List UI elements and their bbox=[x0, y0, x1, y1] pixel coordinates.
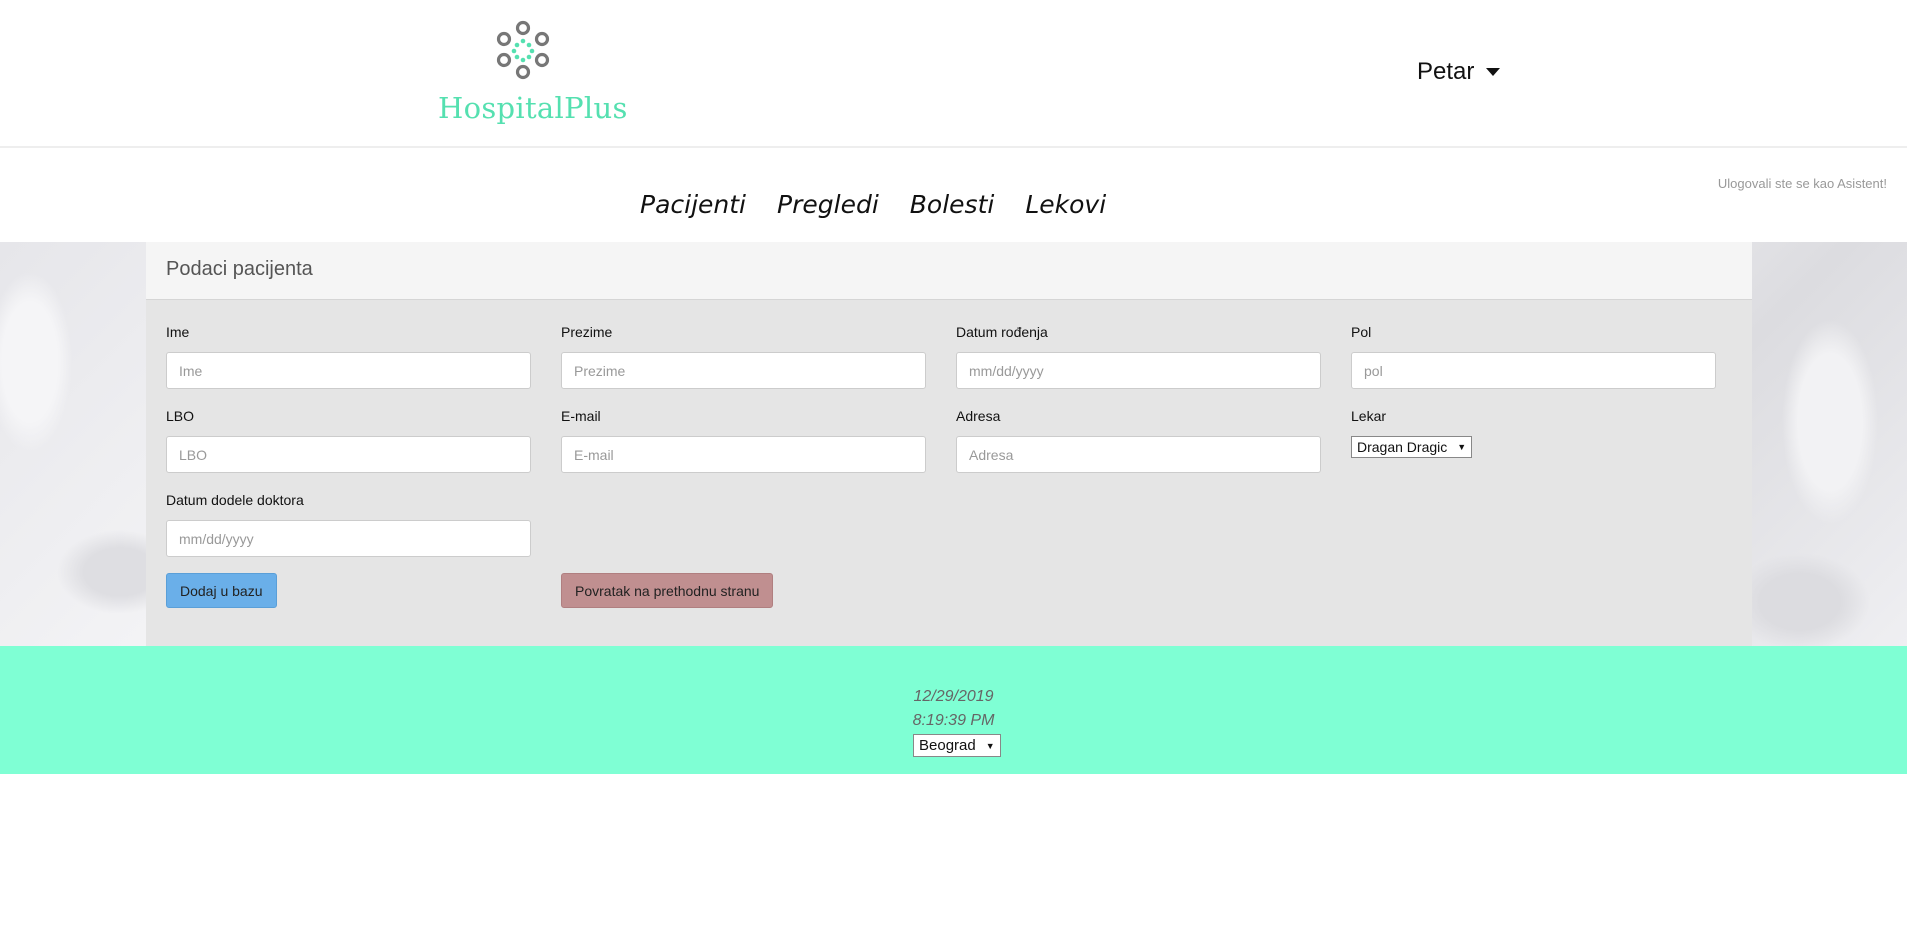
lbo-label: LBO bbox=[166, 408, 195, 424]
add-to-database-button[interactable]: Dodaj u bazu bbox=[166, 573, 277, 608]
lekar-label: Lekar bbox=[1351, 408, 1387, 424]
ime-label: Ime bbox=[166, 324, 190, 340]
city-select[interactable]: Beograd ▼ bbox=[913, 734, 1001, 757]
select-arrow-icon: ▼ bbox=[1457, 442, 1467, 452]
footer-date: 12/29/2019 bbox=[913, 688, 994, 705]
patient-form-panel: Podaci pacijenta Ime Prezime Datum rođen… bbox=[146, 242, 1752, 646]
datum-dodele-label: Datum dodele doktora bbox=[166, 492, 304, 508]
caret-down-icon bbox=[1486, 68, 1501, 76]
datum-dodele-input[interactable] bbox=[166, 520, 531, 557]
field-lbo: LBO bbox=[166, 408, 531, 473]
field-datum-rodjenja: Datum rođenja bbox=[956, 324, 1321, 389]
role-note: Ulogovali ste se kao Asistent! bbox=[1717, 176, 1887, 191]
prezime-input[interactable] bbox=[561, 352, 926, 389]
email-input[interactable] bbox=[561, 436, 926, 473]
ime-input[interactable] bbox=[166, 352, 531, 389]
footer-time: 8:19:39 PM bbox=[912, 712, 995, 729]
field-adresa: Adresa bbox=[956, 408, 1321, 473]
field-datum-dodele: Datum dodele doktora bbox=[166, 492, 531, 557]
logo-text: HospitalPlus bbox=[438, 91, 628, 125]
city-select-value: Beograd bbox=[919, 737, 976, 754]
site-header: HospitalPlus Petar bbox=[0, 0, 1907, 148]
prezime-label: Prezime bbox=[561, 324, 613, 340]
lekar-select-value: Dragan Dragic bbox=[1357, 439, 1448, 455]
datum-rodjenja-label: Datum rođenja bbox=[956, 324, 1048, 340]
adresa-input[interactable] bbox=[956, 436, 1321, 473]
logo[interactable]: HospitalPlus bbox=[438, 20, 628, 130]
pol-label: Pol bbox=[1351, 324, 1372, 340]
panel-title: Podaci pacijenta bbox=[146, 242, 1752, 300]
adresa-label: Adresa bbox=[956, 408, 1001, 424]
field-pol: Pol bbox=[1351, 324, 1716, 389]
field-prezime: Prezime bbox=[561, 324, 926, 389]
lekar-select[interactable]: Dragan Dragic ▼ bbox=[1351, 436, 1473, 458]
select-arrow-icon: ▼ bbox=[985, 740, 995, 751]
email-label: E-mail bbox=[561, 408, 601, 424]
hospital-plus-logo-icon bbox=[496, 20, 550, 80]
nav-item-bolesti[interactable]: Bolesti bbox=[910, 190, 995, 219]
datum-rodjenja-input[interactable] bbox=[956, 352, 1321, 389]
field-email: E-mail bbox=[561, 408, 926, 473]
back-button[interactable]: Povratak na prethodnu stranu bbox=[561, 573, 774, 608]
user-name: Petar bbox=[1417, 58, 1475, 85]
field-lekar: Lekar Dragan Dragic ▼ bbox=[1351, 408, 1473, 458]
pol-input[interactable] bbox=[1351, 352, 1716, 389]
field-ime: Ime bbox=[166, 324, 531, 389]
footer: 12/29/2019 8:19:39 PM Beograd ▼ bbox=[0, 646, 1907, 774]
lbo-input[interactable] bbox=[166, 436, 531, 473]
nav-item-lekovi[interactable]: Lekovi bbox=[1025, 190, 1106, 219]
nav-item-pacijenti[interactable]: Pacijenti bbox=[640, 190, 746, 219]
user-menu-dropdown[interactable]: Petar bbox=[1417, 58, 1501, 86]
main-nav: Pacijenti Pregledi Bolesti Lekovi bbox=[640, 190, 1106, 219]
nav-item-pregledi[interactable]: Pregledi bbox=[777, 190, 879, 219]
